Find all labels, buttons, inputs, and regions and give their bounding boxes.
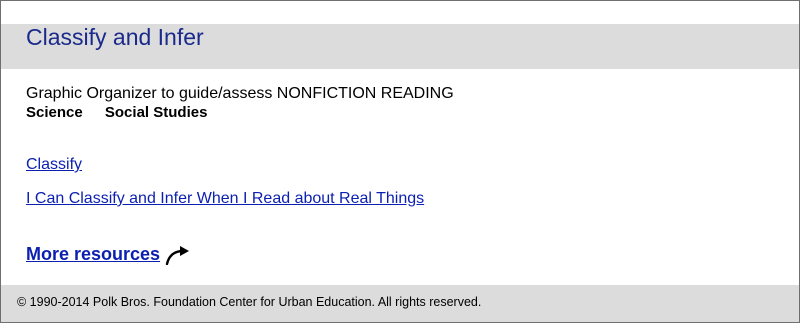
page-frame: Classify and Infer Graphic Organizer to … xyxy=(0,0,800,323)
footer: © 1990-2014 Polk Bros. Foundation Center… xyxy=(1,285,799,322)
more-resources-link[interactable]: More resources xyxy=(26,244,191,266)
subject-science: Science xyxy=(26,104,83,121)
subtitle: Graphic Organizer to guide/assess NONFIC… xyxy=(26,85,454,102)
description-block: Graphic Organizer to guide/assess NONFIC… xyxy=(26,85,779,122)
subject-list: Science Social Studies xyxy=(26,104,779,122)
link-i-can-classify-and-infer[interactable]: I Can Classify and Infer When I Read abo… xyxy=(26,190,424,208)
page-title: Classify and Infer xyxy=(26,24,204,50)
more-resources-label: More resources xyxy=(26,244,161,264)
subject-social-studies: Social Studies xyxy=(104,104,208,121)
header: Classify and Infer xyxy=(1,24,799,69)
copyright-text: © 1990-2014 Polk Bros. Foundation Center… xyxy=(17,295,482,309)
top-strip xyxy=(1,1,799,24)
link-classify[interactable]: Classify xyxy=(26,156,82,174)
curved-arrow-icon xyxy=(165,245,191,266)
